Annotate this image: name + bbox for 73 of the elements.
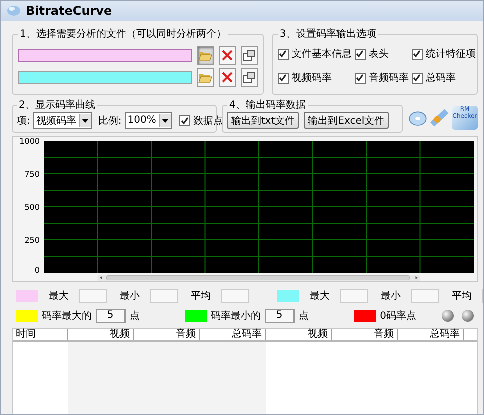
y-axis-label: 1000 (20, 137, 40, 146)
checkbox[interactable] (278, 48, 289, 60)
group-title: 1、选择需要分析的文件（可以同时分析两个） (19, 28, 228, 41)
column-header[interactable]: 总码率 (200, 329, 266, 340)
file-path-field[interactable] (18, 49, 192, 62)
close-button[interactable] (218, 68, 236, 87)
open-folder-button[interactable] (197, 46, 214, 65)
close-icon (222, 50, 233, 61)
scale-label: 比例: (98, 114, 122, 128)
dropdown-arrow-icon (82, 118, 90, 122)
marker-label: 码率最小的 (211, 310, 262, 322)
unit-label: 点 (299, 310, 310, 322)
column-header[interactable]: 视频 (68, 329, 134, 340)
stat-field[interactable] (340, 288, 368, 302)
stat-label: 最小 (381, 290, 401, 302)
stat-label: 最大 (310, 290, 330, 302)
y-axis-label: 500 (24, 203, 40, 212)
checkbox-label: 视频码率 (292, 72, 332, 85)
stat-field[interactable] (221, 288, 249, 302)
windows-icon (242, 72, 256, 84)
y-axis-label: 0 (34, 266, 40, 275)
point-count-field[interactable]: 5 (265, 308, 296, 322)
column-header[interactable]: 音频 (134, 329, 200, 340)
checkbox[interactable] (278, 72, 289, 84)
checkbox-label: 总码率 (426, 72, 456, 85)
open-folder-button[interactable] (197, 68, 214, 87)
stat-field[interactable] (150, 288, 178, 302)
windows-icon (242, 50, 256, 62)
column-header[interactable]: 时间 (13, 329, 68, 340)
column-header[interactable]: 视频 (266, 329, 332, 340)
y-axis-label: 250 (24, 236, 40, 245)
checkbox-label: 音频码率 (368, 72, 409, 85)
marker-label: 码率最大的 (42, 310, 92, 322)
scale-dropdown[interactable]: 100% (124, 112, 172, 129)
group-title: 4、输出码率数据 (228, 98, 307, 112)
close-icon (222, 72, 233, 83)
checkbox-label: 文件基本信息 (292, 48, 352, 61)
point-count-field[interactable]: 5 (96, 308, 126, 322)
unit-label: 点 (130, 310, 140, 322)
export-button[interactable]: 输出到Excel文件 (304, 112, 389, 129)
stat-label: 最大 (49, 290, 69, 302)
group-title: 3、设置码率输出选项 (278, 28, 378, 41)
checkbox[interactable] (354, 48, 366, 60)
round-button[interactable] (462, 310, 474, 322)
stat-field[interactable] (79, 288, 107, 302)
item-dropdown[interactable]: 视频码率 (33, 112, 92, 129)
app-icon (7, 5, 21, 17)
checkbox[interactable] (412, 72, 423, 84)
folder-icon (198, 50, 212, 62)
properties-button[interactable] (240, 68, 258, 87)
folder-icon (198, 72, 212, 84)
marker-label: 0码率点 (380, 310, 416, 322)
round-button[interactable] (442, 310, 454, 322)
checkbox[interactable] (179, 115, 190, 126)
stat-field[interactable] (411, 288, 439, 302)
file-path-field[interactable] (18, 71, 192, 84)
checkbox-label: 表头 (368, 48, 389, 61)
export-button[interactable]: 输出到txt文件 (227, 112, 300, 129)
checkbox[interactable] (354, 72, 366, 84)
window-title: BitrateCurve (26, 4, 112, 18)
checkbox[interactable] (412, 48, 423, 60)
stat-label: 最小 (120, 290, 140, 302)
column-header[interactable]: 音频 (332, 329, 398, 340)
dropdown-arrow-icon (162, 118, 170, 122)
properties-button[interactable] (240, 46, 258, 65)
item-label: 项: (17, 114, 30, 128)
stat-label: 平均 (452, 290, 472, 302)
stat-label: 平均 (191, 290, 211, 302)
checkbox-label: 统计特征项 (426, 48, 476, 61)
close-button[interactable] (218, 46, 236, 65)
column-header[interactable]: 总码率 (398, 329, 464, 340)
group-title: 2、显示码率曲线 (18, 98, 96, 112)
y-axis-label: 750 (24, 170, 40, 179)
